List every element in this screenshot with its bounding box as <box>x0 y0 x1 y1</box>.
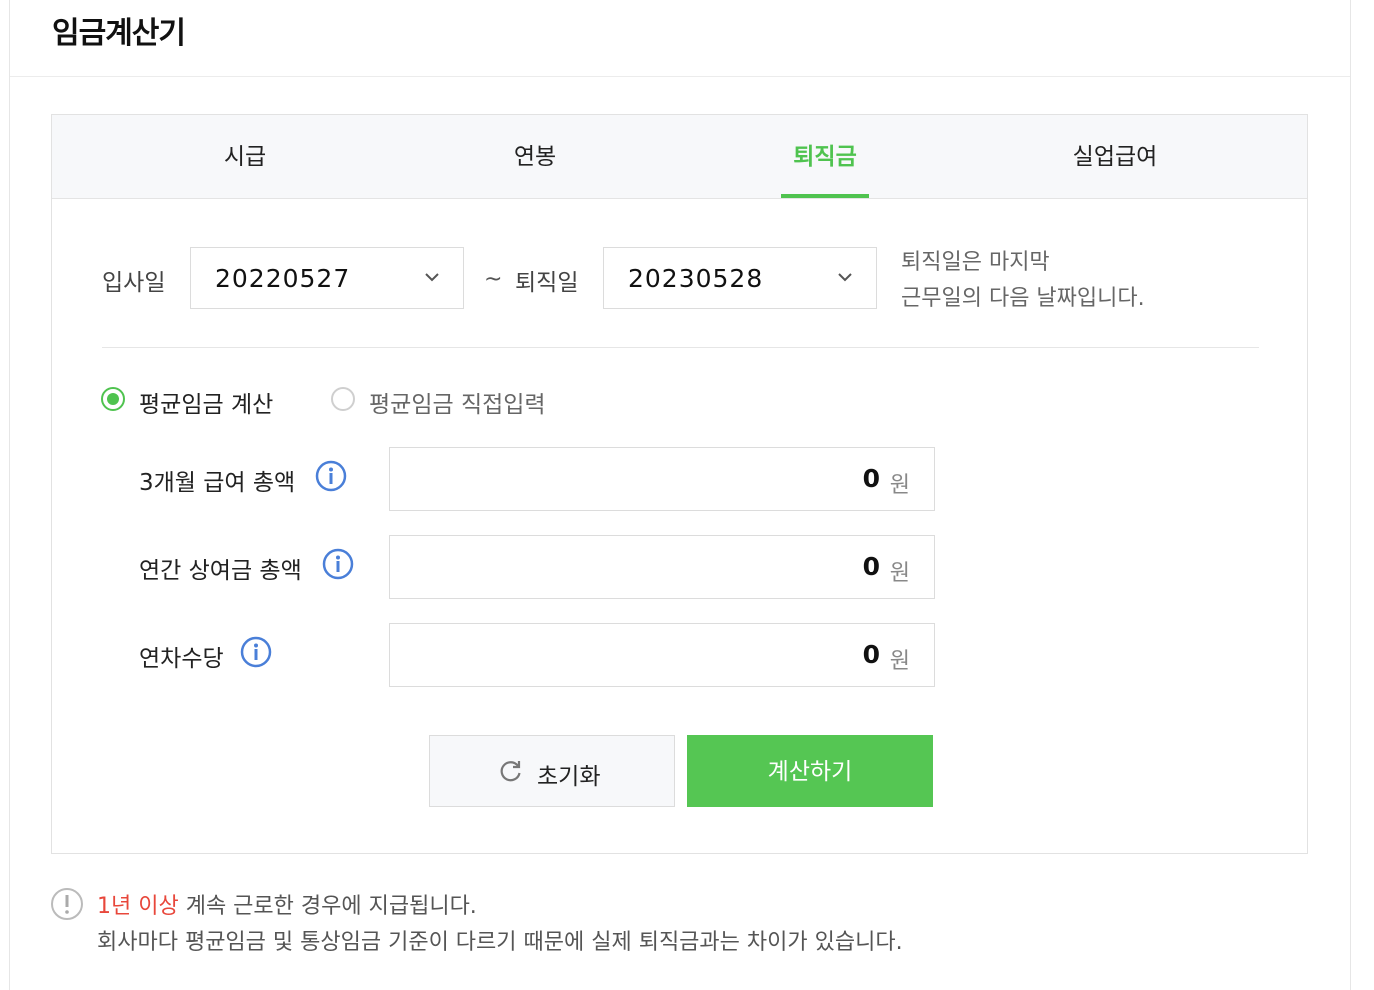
radio-average-wage-direct[interactable] <box>331 387 355 411</box>
info-icon[interactable] <box>240 636 272 668</box>
reset-button[interactable]: 초기화 <box>429 735 675 807</box>
currency-unit: 원 <box>889 649 910 674</box>
notice-line1-text: 계속 근로한 경우에 지급됩니다. <box>178 894 477 919</box>
field-annual-leave-pay-input[interactable]: 0 원 <box>389 623 935 687</box>
tab-unemployment[interactable]: 실업급여 <box>965 115 1265 198</box>
field-annual-leave-pay-label: 연차수당 <box>139 646 224 672</box>
info-icon[interactable] <box>315 460 347 492</box>
tab-bar: 시급 연봉 퇴직금 실업급여 <box>52 115 1307 199</box>
currency-unit: 원 <box>889 561 910 586</box>
end-date-select[interactable]: 20230528 <box>603 247 877 309</box>
start-date-label: 입사일 <box>102 270 166 296</box>
page-title: 임금계산기 <box>52 16 186 51</box>
notice-highlight: 1년 이상 <box>97 894 179 919</box>
field-annual-bonus-input[interactable]: 0 원 <box>389 535 935 599</box>
title-divider <box>10 76 1350 77</box>
radio-average-wage-direct-label[interactable]: 평균임금 직접입력 <box>369 385 546 419</box>
end-date-label: 퇴직일 <box>515 270 579 296</box>
info-icon[interactable] <box>322 548 354 580</box>
start-date-value: 20220527 <box>215 264 351 293</box>
notice-line1: 1년 이상 계속 근로한 경우에 지급됩니다. <box>97 888 477 920</box>
end-date-value: 20230528 <box>628 264 764 293</box>
reset-button-label: 초기화 <box>537 764 601 790</box>
end-date-note-line1: 퇴직일은 마지막 <box>901 250 1050 275</box>
active-tab-indicator <box>781 194 869 198</box>
radio-average-wage-calc[interactable] <box>101 387 125 411</box>
calculate-button[interactable]: 계산하기 <box>687 735 933 807</box>
tab-severance[interactable]: 퇴직금 <box>675 115 975 198</box>
chevron-down-icon <box>425 273 439 282</box>
field-annual-bonus-value: 0 <box>862 552 880 581</box>
radio-average-wage-calc-label[interactable]: 평균임금 계산 <box>139 385 273 419</box>
field-3month-pay-value: 0 <box>862 464 880 493</box>
field-3month-pay-label: 3개월 급여 총액 <box>139 470 296 496</box>
refresh-icon <box>500 761 521 782</box>
end-date-note-line2: 근무일의 다음 날짜입니다. <box>901 286 1145 311</box>
end-date-note: 퇴직일은 마지막 근무일의 다음 날짜입니다. <box>901 245 1145 317</box>
currency-unit: 원 <box>889 473 910 498</box>
tab-annual-salary[interactable]: 연봉 <box>385 115 685 198</box>
exclamation-icon <box>51 888 83 920</box>
section-divider <box>102 347 1259 348</box>
chevron-down-icon <box>838 273 852 282</box>
calculator-panel: 시급 연봉 퇴직금 실업급여 입사일 20220527 ~ 퇴직일 202305… <box>51 114 1308 854</box>
field-3month-pay-input[interactable]: 0 원 <box>389 447 935 511</box>
tab-hourly[interactable]: 시급 <box>95 115 395 198</box>
start-date-select[interactable]: 20220527 <box>190 247 464 309</box>
field-annual-bonus-label: 연간 상여금 총액 <box>139 558 302 584</box>
date-range-separator: ~ <box>484 267 503 292</box>
notice-line2: 회사마다 평균임금 및 통상임금 기준이 다르기 때문에 실제 퇴직금과는 차이… <box>97 930 903 955</box>
field-annual-leave-pay-value: 0 <box>862 640 880 669</box>
calculator-card: 임금계산기 시급 연봉 퇴직금 실업급여 입사일 20220527 ~ 퇴직일 … <box>9 0 1351 990</box>
